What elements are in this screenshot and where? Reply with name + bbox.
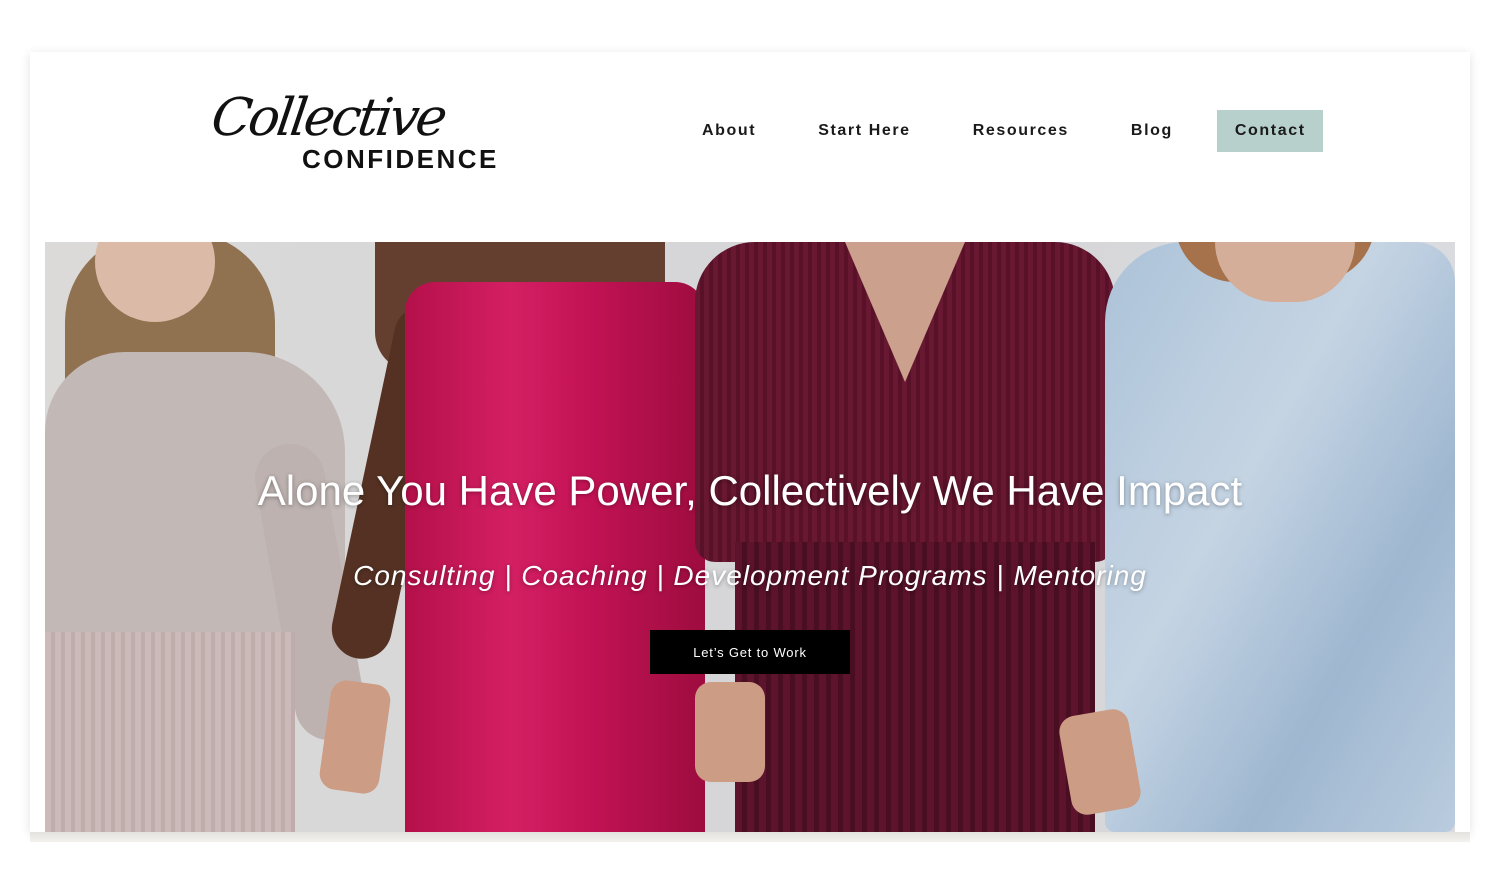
nav-link-start-here[interactable]: Start Here bbox=[818, 110, 910, 152]
nav-button-contact[interactable]: Contact bbox=[1216, 110, 1323, 152]
hero-banner: Alone You Have Power, Collectively We Ha… bbox=[45, 242, 1455, 832]
hero-subtitle: Consulting | Coaching | Development Prog… bbox=[353, 560, 1147, 591]
frame-shadow bbox=[30, 832, 1470, 842]
get-to-work-button[interactable]: Let’s Get to Work bbox=[650, 630, 850, 674]
hero-title: Alone You Have Power, Collectively We Ha… bbox=[257, 467, 1243, 514]
main-navigation: About Start Here Resources Blog Contact bbox=[680, 110, 1323, 152]
nav-link-about[interactable]: About bbox=[702, 110, 756, 152]
website-frame: Collective CONFIDENCE About Start Here R… bbox=[30, 52, 1470, 832]
nav-link-blog[interactable]: Blog bbox=[1131, 110, 1173, 152]
logo-script-text: Collective bbox=[207, 88, 449, 148]
site-logo[interactable]: Collective CONFIDENCE bbox=[208, 88, 512, 174]
logo-wordmark: CONFIDENCE bbox=[302, 144, 499, 174]
nav-link-resources[interactable]: Resources bbox=[973, 110, 1069, 152]
hero-overlay bbox=[45, 242, 1455, 832]
